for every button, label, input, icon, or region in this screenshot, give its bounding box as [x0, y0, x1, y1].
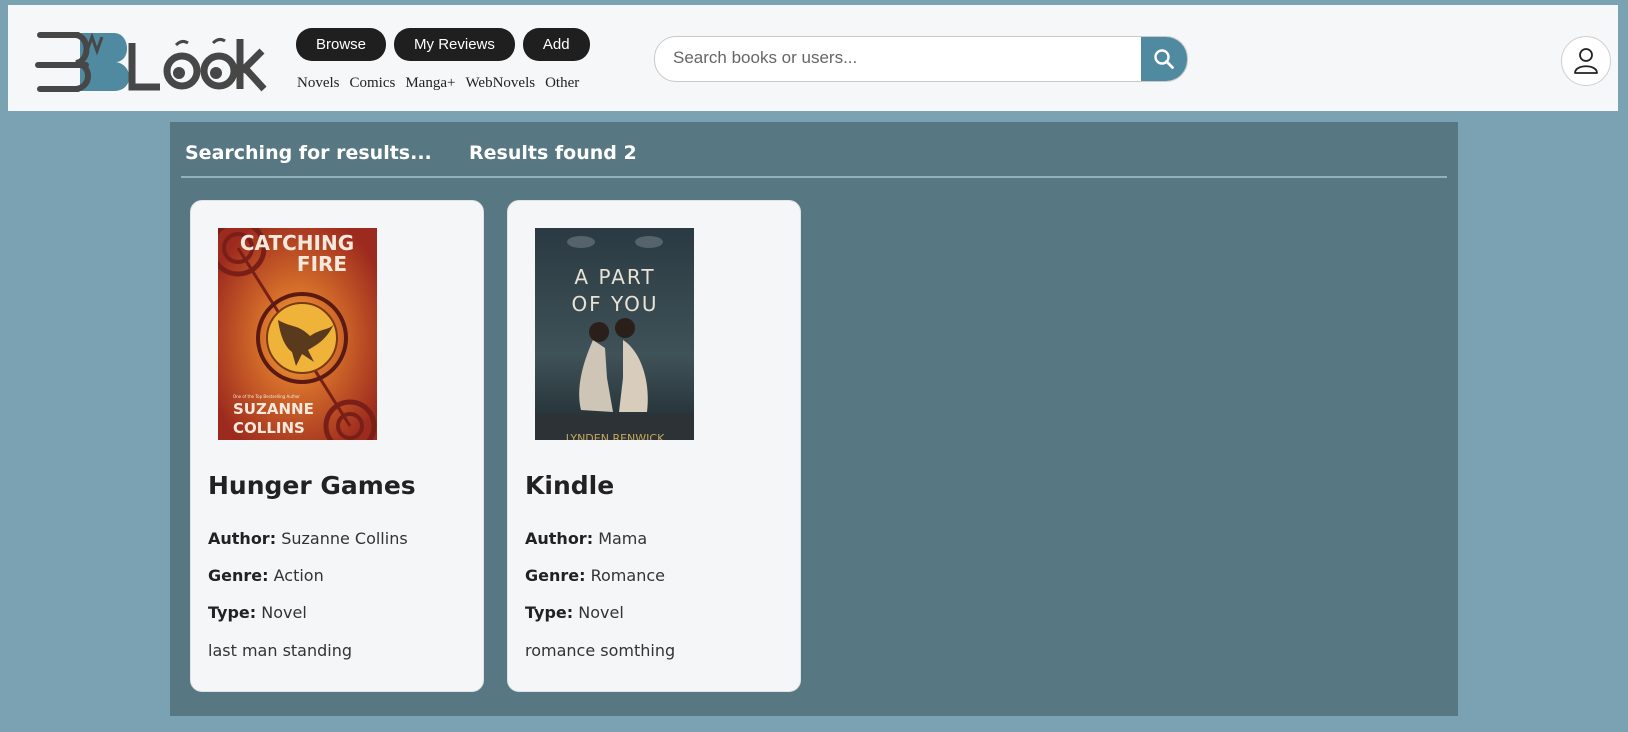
genre-value: Romance: [590, 566, 665, 585]
author-label: Author:: [525, 529, 594, 548]
search-bar: [654, 36, 1188, 82]
search-button[interactable]: [1141, 37, 1187, 81]
logo-icon: [35, 32, 267, 92]
cover-title-2: OF YOU: [571, 292, 658, 316]
search-icon: [1154, 49, 1174, 69]
profile-button[interactable]: [1561, 36, 1611, 86]
book-description: last man standing: [208, 641, 353, 660]
cover-author-1: SUZANNE: [233, 400, 314, 418]
book-type: Type: Novel: [208, 603, 307, 622]
book-cover: CATCHING FIRE One of the Top Bestselling…: [218, 228, 377, 440]
genre-label: Genre:: [525, 566, 586, 585]
category-links: Novels Comics Manga+ WebNovels Other: [297, 75, 579, 92]
divider: [181, 176, 1447, 178]
author-value: Mama: [598, 529, 648, 548]
cover-author-2: COLLINS: [233, 419, 305, 437]
logo[interactable]: [30, 25, 272, 95]
add-button[interactable]: Add: [522, 28, 590, 61]
book-title: Kindle: [525, 471, 615, 500]
author-label: Author:: [208, 529, 277, 548]
cover-tagline: One of the Top Bestselling Author: [233, 394, 300, 399]
category-novels[interactable]: Novels: [297, 75, 340, 92]
author-value: Suzanne Collins: [281, 529, 408, 548]
type-label: Type:: [208, 603, 257, 622]
type-label: Type:: [525, 603, 574, 622]
search-status: Searching for results...: [185, 142, 432, 164]
my-reviews-button[interactable]: My Reviews: [394, 28, 515, 61]
results-panel: Searching for results... Results found 2: [170, 122, 1458, 716]
category-manga[interactable]: Manga+: [405, 75, 455, 92]
book-author: Author: Mama: [525, 529, 647, 548]
category-comics[interactable]: Comics: [350, 75, 396, 92]
book-card[interactable]: A PART OF YOU LYNDEN RENWICK Kindle Auth…: [507, 200, 801, 692]
category-other[interactable]: Other: [545, 75, 579, 92]
book-type: Type: Novel: [525, 603, 624, 622]
cover-author-1: LYNDEN RENWICK: [566, 432, 665, 440]
results-count: Results found 2: [469, 142, 637, 164]
cover-title-1: A PART: [574, 265, 655, 289]
main-nav: Browse My Reviews Add: [296, 28, 590, 61]
category-webnovels[interactable]: WebNovels: [465, 75, 535, 92]
user-icon: [1574, 48, 1598, 74]
book-title: Hunger Games: [208, 471, 416, 500]
header: Browse My Reviews Add Novels Comics Mang…: [8, 5, 1618, 111]
book-author: Author: Suzanne Collins: [208, 529, 408, 548]
results-header: Searching for results... Results found 2: [185, 142, 637, 172]
browse-button[interactable]: Browse: [296, 28, 387, 61]
book-cover: A PART OF YOU LYNDEN RENWICK: [535, 228, 694, 440]
genre-label: Genre:: [208, 566, 269, 585]
search-input[interactable]: [655, 37, 1125, 79]
cover-image: A PART OF YOU LYNDEN RENWICK: [535, 228, 694, 440]
cover-title-2: FIRE: [297, 252, 347, 276]
book-genre: Genre: Action: [208, 566, 324, 585]
genre-value: Action: [273, 566, 324, 585]
type-value: Novel: [578, 603, 624, 622]
book-description: romance somthing: [525, 641, 676, 660]
book-card[interactable]: CATCHING FIRE One of the Top Bestselling…: [190, 200, 484, 692]
book-genre: Genre: Romance: [525, 566, 665, 585]
cover-image: CATCHING FIRE One of the Top Bestselling…: [218, 228, 377, 440]
type-value: Novel: [261, 603, 307, 622]
